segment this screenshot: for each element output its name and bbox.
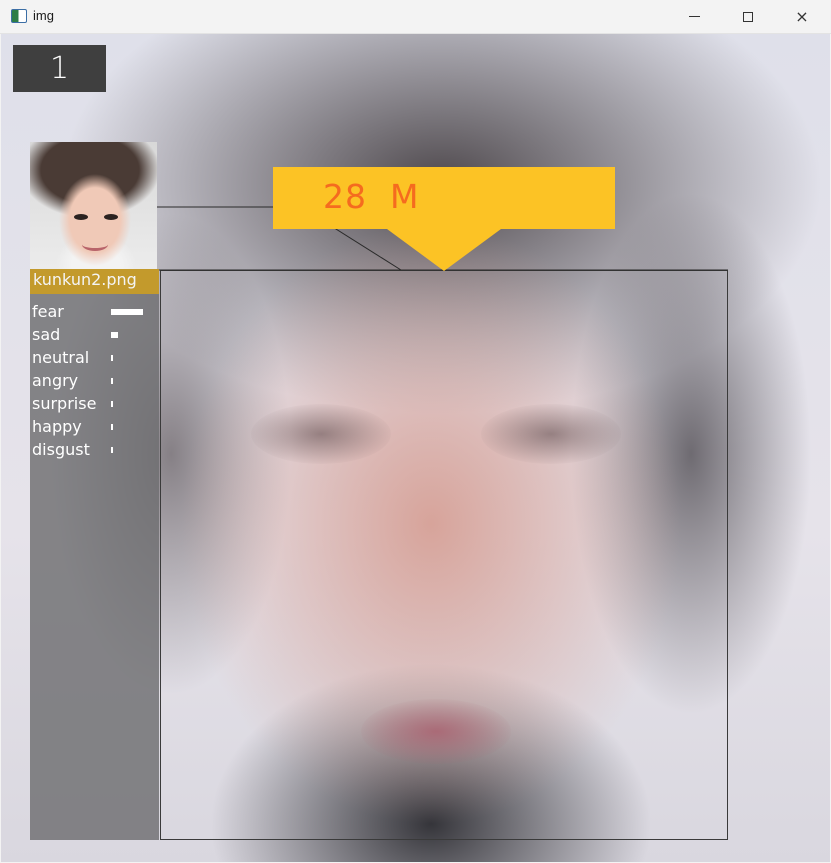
- age-gender-text: 28 M: [323, 177, 420, 216]
- emotion-score-bar: [111, 332, 118, 338]
- title-bar: img ×: [0, 0, 831, 34]
- frame-counter: 1: [13, 45, 106, 92]
- face-bounding-box: [160, 270, 728, 840]
- emotion-score-bar: [111, 424, 113, 430]
- emotion-label: surprise: [32, 394, 97, 413]
- emotion-score-bar: [111, 401, 113, 407]
- minimize-icon: [688, 16, 700, 17]
- matched-face-thumbnail: [30, 142, 157, 269]
- emotion-score-bar: [111, 378, 113, 384]
- thumbnail-mouth: [82, 238, 108, 251]
- emotion-label: neutral: [32, 348, 90, 367]
- maximize-icon: [743, 11, 753, 22]
- thumbnail-eye-left: [74, 214, 88, 220]
- age-gender-label: 28 M: [273, 167, 615, 229]
- close-button[interactable]: ×: [776, 0, 828, 33]
- emotion-label: happy: [32, 417, 82, 436]
- emotion-score-bar: [111, 355, 113, 361]
- emotion-label: fear: [32, 302, 64, 321]
- emotion-label: angry: [32, 371, 79, 390]
- matched-filename: kunkun2.png: [30, 269, 159, 294]
- video-frame: 1 kunkun2.png fear sad neutral angry surpris…: [1, 34, 830, 862]
- emotion-label: disgust: [32, 440, 90, 459]
- emotion-label: sad: [32, 325, 61, 344]
- window-title: img: [33, 8, 54, 23]
- minimize-button[interactable]: [668, 0, 720, 33]
- app-icon: [11, 9, 27, 23]
- thumbnail-eye-right: [104, 214, 118, 220]
- emotion-score-bar: [111, 309, 143, 315]
- maximize-button[interactable]: [722, 0, 774, 33]
- label-pointer: [387, 229, 501, 271]
- close-icon: ×: [795, 7, 809, 26]
- emotion-score-bar: [111, 447, 113, 453]
